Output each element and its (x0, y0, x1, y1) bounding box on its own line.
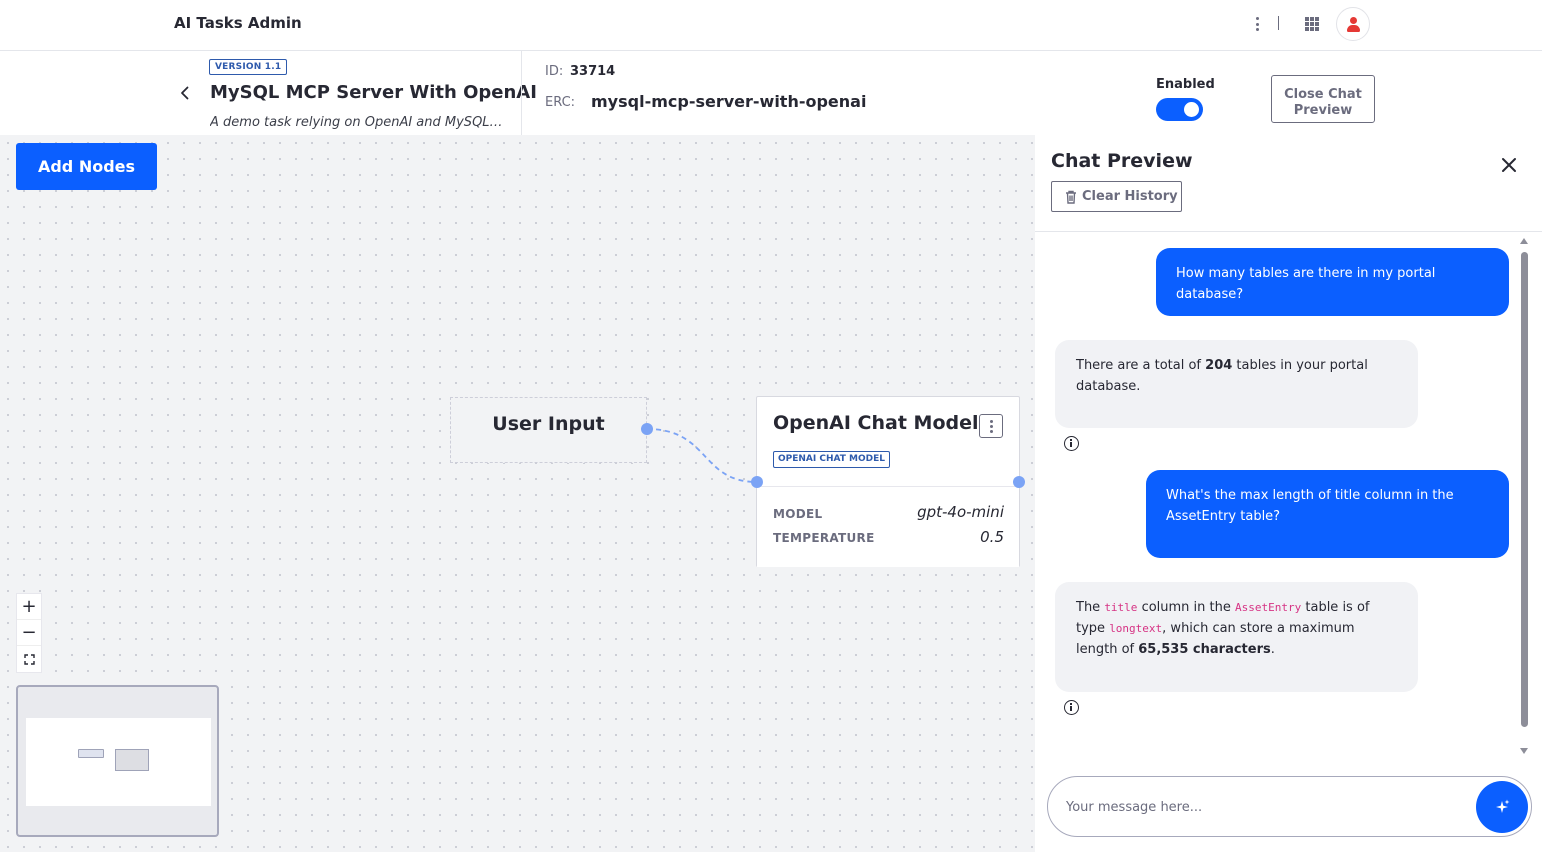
chat-message-input[interactable] (1066, 795, 1446, 819)
task-name: MySQL MCP Server With OpenAI (210, 82, 537, 103)
send-button[interactable] (1476, 781, 1528, 833)
user-avatar[interactable] (1336, 7, 1370, 41)
inline-code: AssetEntry (1235, 601, 1302, 614)
prop-label-model: MODEL (773, 507, 823, 521)
minimap[interactable] (16, 685, 219, 837)
zoom-in-button[interactable]: + (17, 594, 41, 620)
chat-message-bot: There are a total of 204 tables in your … (1055, 340, 1418, 428)
input-handle[interactable] (751, 476, 763, 488)
message-text: column in the (1137, 600, 1236, 615)
node-user-input[interactable]: User Input (450, 397, 647, 463)
message-bold: 65,535 characters (1138, 642, 1271, 657)
flow-canvas[interactable]: Add Nodes User Input OpenAI Chat Model O… (0, 135, 1035, 852)
chat-divider (1035, 231, 1542, 232)
app-title: AI Tasks Admin (174, 14, 302, 32)
clear-history-label: Clear History (1082, 189, 1178, 204)
node-type-badge: OPENAI CHAT MODEL (773, 451, 891, 468)
scrollbar-thumb[interactable] (1521, 252, 1528, 727)
prop-value-model: gpt-4o-mini (917, 503, 1004, 521)
version-badge: VERSION 1.1 (209, 59, 288, 75)
message-text: How many tables are there in my portal d… (1176, 266, 1436, 302)
chat-preview-panel: Chat Preview Clear History How many tabl… (1035, 135, 1542, 852)
chat-scrollbar[interactable] (1519, 238, 1530, 754)
clear-history-button[interactable]: Clear History (1051, 181, 1182, 212)
top-bar: AI Tasks Admin (0, 0, 1542, 51)
info-icon[interactable] (1064, 436, 1079, 451)
message-text: There are a total of (1076, 358, 1206, 373)
enabled-toggle[interactable] (1156, 98, 1203, 121)
erc-value: mysql-mcp-server-with-openai (591, 92, 867, 111)
close-chat-preview-button[interactable]: Close Chat Preview (1271, 75, 1375, 123)
erc-label: ERC: (545, 95, 576, 110)
message-text: What's the max length of title column in… (1166, 488, 1454, 524)
message-text: . (1270, 642, 1275, 657)
node-title: User Input (492, 413, 605, 435)
chat-title: Chat Preview (1051, 150, 1193, 172)
minimap-node (115, 749, 149, 771)
node-title: OpenAI Chat Model (773, 412, 979, 434)
output-handle[interactable] (1013, 476, 1025, 488)
task-description: A demo task relying on OpenAI and MySQL … (210, 115, 506, 130)
more-options-icon[interactable] (1250, 14, 1264, 34)
chat-input-container (1047, 776, 1532, 837)
chat-message-user: How many tables are there in my portal d… (1156, 248, 1509, 316)
output-handle[interactable] (641, 423, 653, 435)
node-properties: MODEL gpt-4o-mini TEMPERATURE 0.5 (757, 486, 1019, 567)
minimap-node (78, 749, 104, 758)
enabled-label: Enabled (1156, 77, 1215, 92)
prop-label-temperature: TEMPERATURE (773, 531, 875, 545)
zoom-controls: + − (16, 593, 42, 673)
scroll-down-icon[interactable] (1520, 748, 1528, 754)
node-openai-chat-model[interactable]: OpenAI Chat Model OPENAI CHAT MODEL MODE… (756, 396, 1020, 567)
node-menu-icon[interactable] (979, 414, 1003, 438)
scroll-up-icon[interactable] (1520, 238, 1528, 244)
chat-message-user: What's the max length of title column in… (1146, 470, 1509, 558)
fit-view-button[interactable] (17, 646, 41, 672)
apps-grid-icon[interactable] (1305, 17, 1319, 31)
inline-code: longtext (1109, 622, 1163, 635)
message-bold: 204 (1205, 358, 1233, 373)
id-value: 33714 (570, 64, 616, 79)
add-nodes-button[interactable]: Add Nodes (16, 143, 157, 190)
message-text: The (1076, 600, 1105, 615)
fit-view-icon (23, 653, 35, 665)
id-label: ID: (545, 64, 564, 79)
zoom-out-button[interactable]: − (17, 620, 41, 646)
toggle-knob (1184, 102, 1199, 117)
back-arrow-icon[interactable] (178, 86, 192, 100)
chat-message-bot: The title column in the AssetEntry table… (1055, 582, 1418, 692)
sparkle-icon (1496, 799, 1510, 813)
inline-code: title (1104, 601, 1138, 614)
divider (1278, 16, 1279, 30)
trash-icon (1066, 190, 1076, 204)
prop-value-temperature: 0.5 (980, 528, 1004, 546)
header-divider (521, 51, 522, 135)
info-icon[interactable] (1064, 700, 1079, 715)
close-icon[interactable] (1499, 155, 1519, 175)
